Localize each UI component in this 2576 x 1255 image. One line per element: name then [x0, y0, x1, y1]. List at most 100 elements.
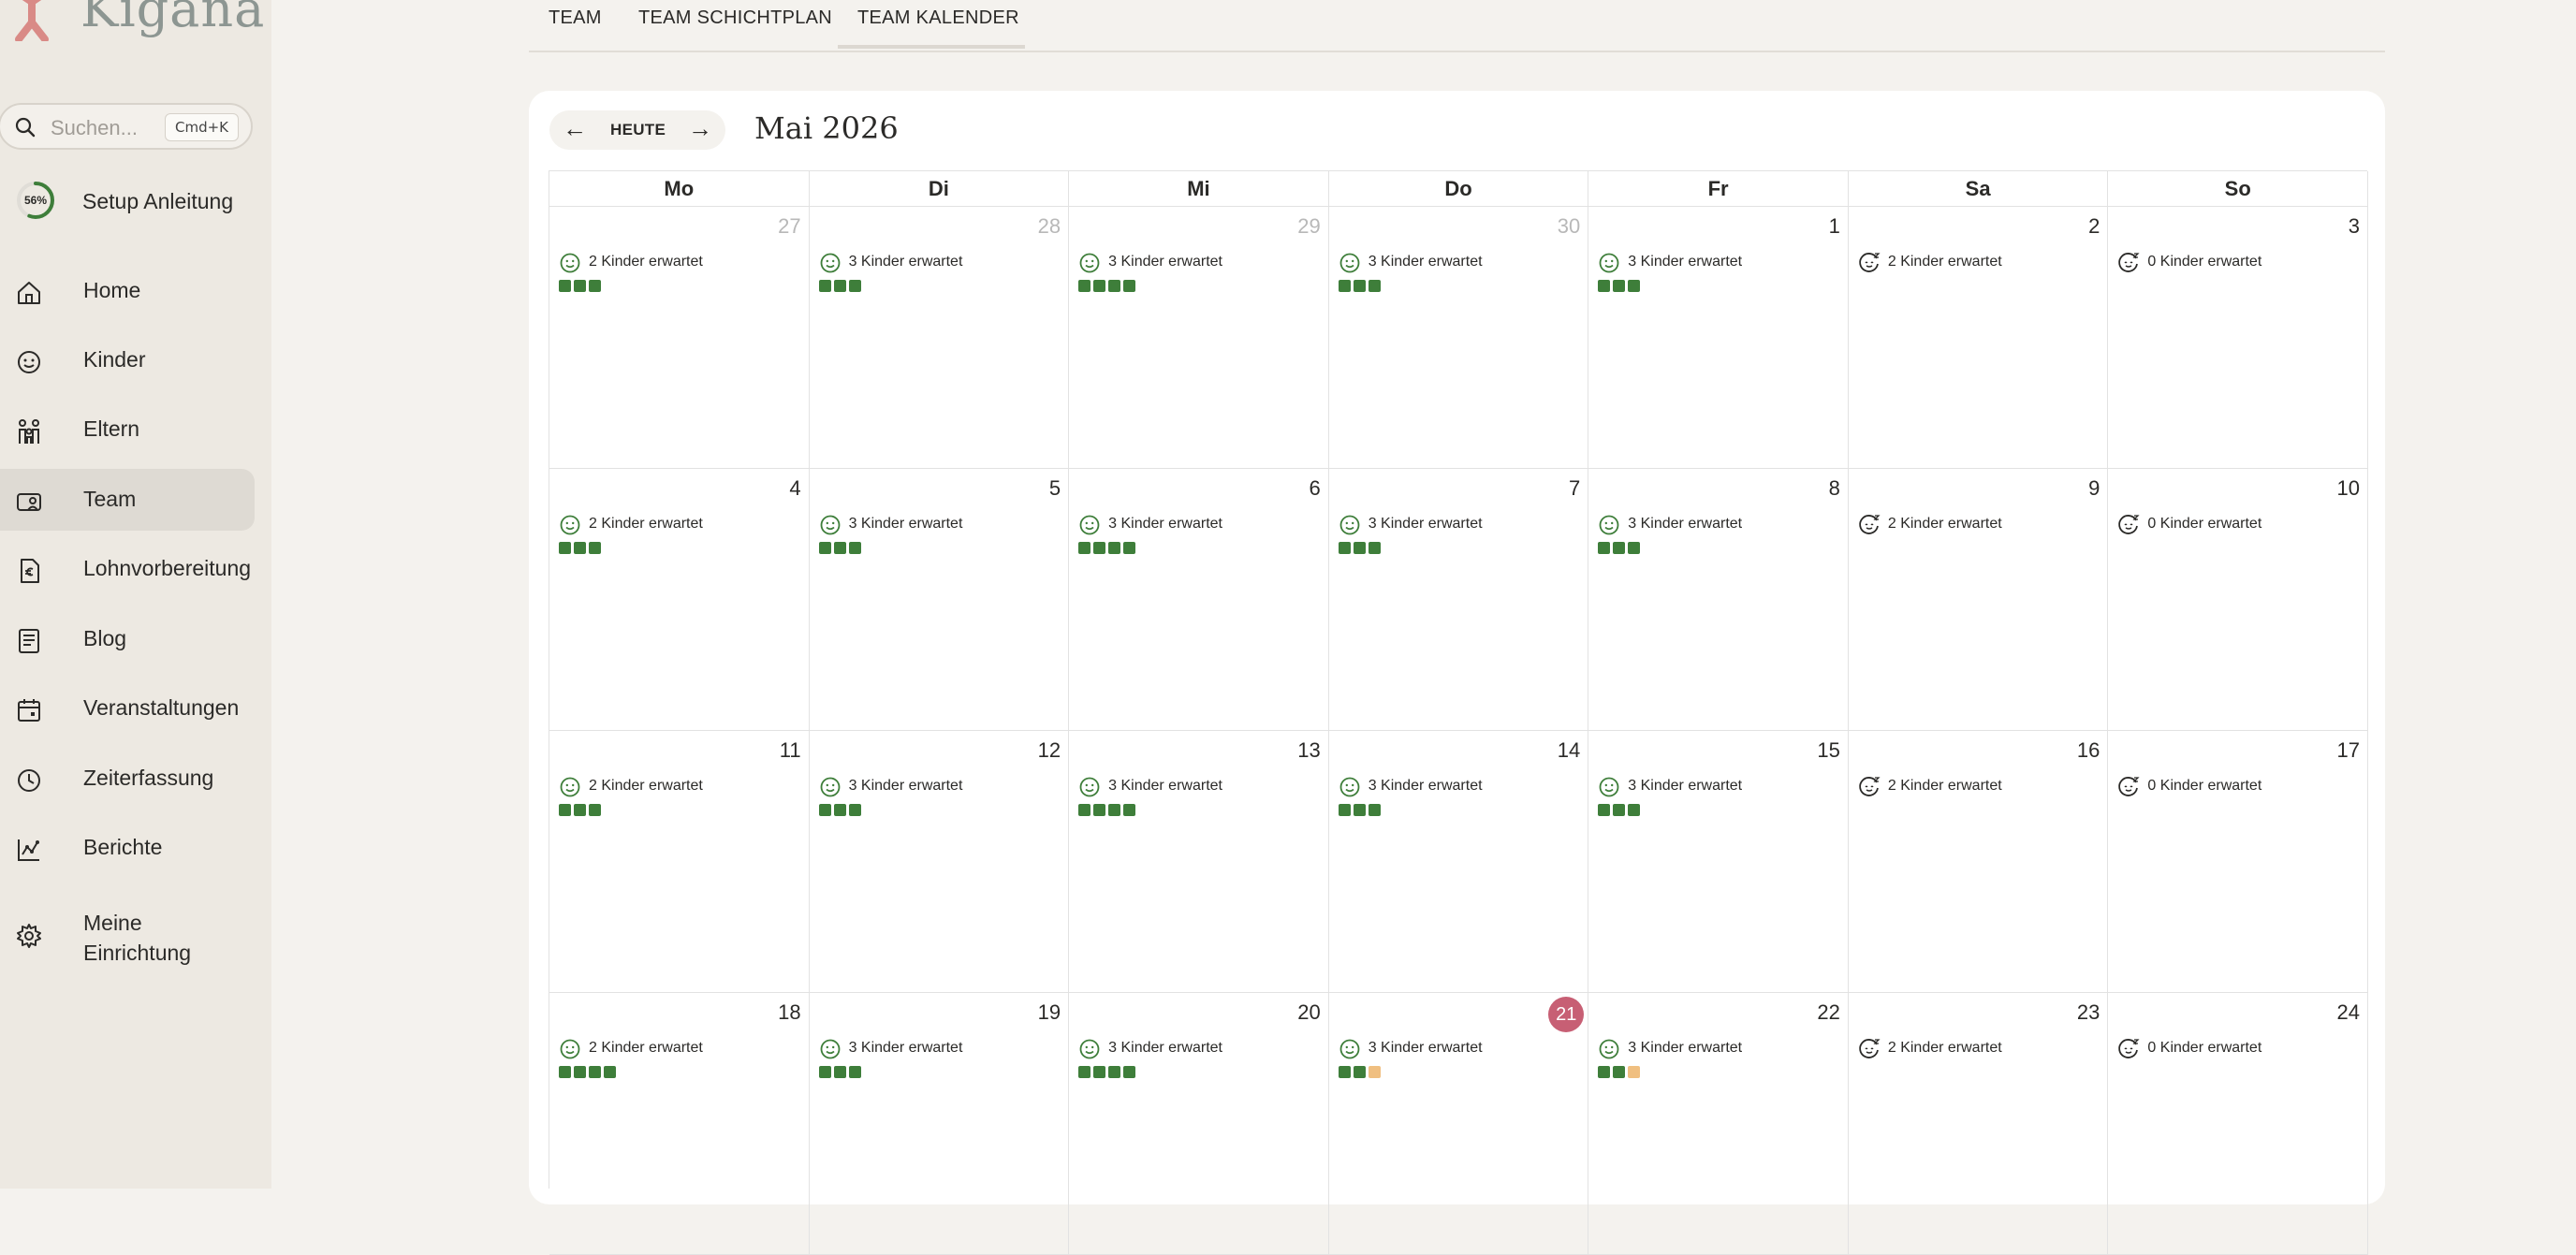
sidebar-item-eltern[interactable]: Eltern	[0, 399, 255, 460]
active-tab-indicator	[838, 45, 1025, 49]
sidebar-item-label: Berichte	[83, 835, 163, 859]
staff-present-marker	[1353, 804, 1366, 816]
calendar-day-cell[interactable]: 12 3 Kinder erwartet	[809, 731, 1070, 993]
calendar-day-cell[interactable]: 27 2 Kinder erwartet	[549, 207, 810, 469]
sidebar-item-meine-einrichtung[interactable]: Meine Einrichtung	[0, 902, 255, 970]
day-number: 9	[2088, 476, 2100, 500]
calendar-day-cell[interactable]: 30 3 Kinder erwartet	[1328, 207, 1589, 469]
staff-indicators[interactable]	[818, 1066, 864, 1079]
staff-indicators[interactable]	[1338, 542, 1383, 555]
expected-children-label: 3 Kinder erwartet	[1368, 516, 1483, 532]
expected-children-label: 2 Kinder erwartet	[1887, 778, 2002, 794]
sleep-face-icon	[1859, 515, 1881, 534]
calendar-day-cell[interactable]: 16 2 Kinder erwartet	[1848, 731, 2109, 993]
calendar-day-cell[interactable]: 13 3 Kinder erwartet	[1069, 731, 1329, 993]
staff-indicators[interactable]	[1078, 804, 1138, 817]
staff-present-marker	[1598, 280, 1611, 292]
staff-indicators[interactable]	[559, 542, 604, 555]
next-month-button[interactable]: →	[688, 114, 712, 143]
calendar-day-cell[interactable]: 29 3 Kinder erwartet	[1069, 207, 1329, 469]
staff-present-marker	[1093, 542, 1106, 554]
expected-children-label: 0 Kinder erwartet	[2147, 516, 2262, 532]
day-number: 5	[1048, 476, 1061, 500]
staff-indicators[interactable]	[1598, 804, 1643, 817]
staff-indicators[interactable]	[1338, 1066, 1383, 1079]
calendar-day-cell[interactable]: 22 3 Kinder erwartet	[1588, 993, 1849, 1255]
tab-team-schichtplan[interactable]: TEAM SCHICHTPLAN	[638, 7, 832, 29]
staff-indicators[interactable]	[1338, 804, 1383, 817]
calendar-day-cell[interactable]: 15 3 Kinder erwartet	[1588, 731, 1849, 993]
calendar-day-cell[interactable]: 4 2 Kinder erwartet	[549, 469, 810, 731]
calendar-day-cell[interactable]: 10 0 Kinder erwartet	[2108, 469, 2368, 731]
calendar-day-cell[interactable]: 6 3 Kinder erwartet	[1069, 469, 1329, 731]
expected-children-label: 3 Kinder erwartet	[1628, 778, 1743, 794]
staff-indicators[interactable]	[1078, 542, 1138, 555]
day-number: 11	[779, 738, 801, 762]
tab-team[interactable]: TEAM	[549, 7, 602, 29]
staff-present-marker	[559, 804, 571, 816]
staff-indicators[interactable]	[818, 804, 864, 817]
sidebar-item-blog[interactable]: Blog	[0, 608, 255, 670]
calendar-day-cell[interactable]: 9 2 Kinder erwartet	[1848, 469, 2109, 731]
calendar-day-cell[interactable]: 11 2 Kinder erwartet	[549, 731, 810, 993]
calendar-day-cell[interactable]: 28 3 Kinder erwartet	[809, 207, 1070, 469]
calendar-day-cell[interactable]: 1 3 Kinder erwartet	[1588, 207, 1849, 469]
search-placeholder: Suchen...	[51, 116, 138, 139]
staff-present-marker	[1613, 542, 1626, 554]
weekday-header: Mo	[549, 171, 810, 207]
staff-indicators[interactable]	[1338, 280, 1383, 293]
calendar-day-cell[interactable]: 19 3 Kinder erwartet	[809, 993, 1070, 1255]
staff-present-marker	[833, 1066, 846, 1078]
calendar-day-cell[interactable]: 23 2 Kinder erwartet	[1848, 993, 2109, 1255]
tab-team-kalender[interactable]: TEAM KALENDER	[857, 7, 1019, 29]
staff-present-marker	[1338, 542, 1351, 554]
search-shortcut-badge: Cmd+K	[165, 113, 240, 141]
staff-indicators[interactable]	[1078, 280, 1138, 293]
staff-present-marker	[1078, 804, 1091, 816]
calendar-day-cell[interactable]: 20 3 Kinder erwartet	[1069, 993, 1329, 1255]
sidebar-item-home[interactable]: Home	[0, 260, 255, 322]
expected-children-label: 3 Kinder erwartet	[1368, 254, 1483, 270]
sidebar-item-team[interactable]: Team	[0, 469, 255, 531]
calendar-day-cell[interactable]: 14 3 Kinder erwartet	[1328, 731, 1589, 993]
staff-present-marker	[589, 1066, 601, 1078]
calendar-day-cell[interactable]: 7 3 Kinder erwartet	[1328, 469, 1589, 731]
day-number: 27	[778, 214, 801, 238]
staff-present-marker	[818, 1066, 831, 1078]
sidebar-item-kinder[interactable]: Kinder	[0, 329, 255, 391]
sidebar-item-veranstaltungen[interactable]: Veranstaltungen	[0, 678, 255, 739]
sidebar-item-lohnvorbereitung[interactable]: Lohnvorbereitung	[0, 538, 255, 600]
calendar-day-cell[interactable]: 24 0 Kinder erwartet	[2108, 993, 2368, 1255]
smile-icon	[1599, 253, 1619, 273]
staff-indicators[interactable]	[559, 1066, 619, 1079]
expected-children-label: 3 Kinder erwartet	[1368, 1040, 1483, 1056]
staff-present-marker	[1598, 1066, 1611, 1078]
staff-present-marker	[559, 280, 571, 292]
staff-indicators[interactable]	[559, 804, 604, 817]
calendar-day-cell[interactable]: 2 2 Kinder erwartet	[1848, 207, 2109, 469]
calendar-day-cell[interactable]: 8 3 Kinder erwartet	[1588, 469, 1849, 731]
calendar-day-cell[interactable]: 3 0 Kinder erwartet	[2108, 207, 2368, 469]
calendar-day-cell[interactable]: 17 0 Kinder erwartet	[2108, 731, 2368, 993]
sleep-face-icon	[2118, 253, 2140, 272]
staff-indicators[interactable]	[818, 542, 864, 555]
sidebar-item-berichte[interactable]: Berichte	[0, 817, 255, 879]
smile-icon	[1079, 253, 1100, 273]
sidebar-item-zeiterfassung[interactable]: Zeiterfassung	[0, 748, 255, 810]
sleep-face-icon	[1859, 1039, 1881, 1058]
staff-present-marker	[1613, 1066, 1626, 1078]
staff-present-marker	[589, 804, 601, 816]
calendar-day-cell[interactable]: 21 3 Kinder erwartet	[1328, 993, 1589, 1255]
search-input[interactable]: Suchen... Cmd+K	[0, 103, 253, 150]
staff-indicators[interactable]	[1598, 1066, 1643, 1079]
expected-children-label: 3 Kinder erwartet	[1108, 1040, 1222, 1056]
staff-indicators[interactable]	[559, 280, 604, 293]
prev-month-button[interactable]: ←	[563, 114, 587, 143]
calendar-day-cell[interactable]: 18 2 Kinder erwartet	[549, 993, 810, 1255]
staff-indicators[interactable]	[1598, 280, 1643, 293]
staff-indicators[interactable]	[1598, 542, 1643, 555]
staff-indicators[interactable]	[1078, 1066, 1138, 1079]
staff-indicators[interactable]	[818, 280, 864, 293]
calendar-day-cell[interactable]: 5 3 Kinder erwartet	[809, 469, 1070, 731]
today-button[interactable]: HEUTE	[610, 121, 666, 139]
